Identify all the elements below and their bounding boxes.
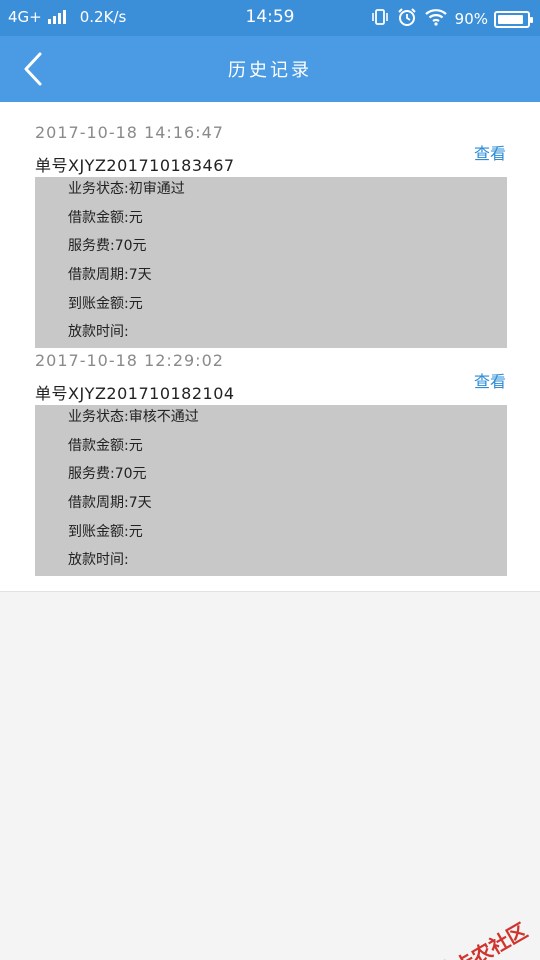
status-bar: 4G+ 0.2K/s 14:59 90% xyxy=(0,0,540,36)
page-title: 历史记录 xyxy=(228,60,312,81)
loan-amount-line: 借款金额:元 xyxy=(68,438,143,454)
order-number: 单号XJYZ201710183467 xyxy=(35,156,235,175)
alarm-icon xyxy=(397,7,417,31)
record-details: 业务状态:初审通过 借款金额:元 服务费:70元 借款周期:7天 到账金额:元 … xyxy=(35,177,507,348)
service-fee-line: 服务费:70元 xyxy=(68,466,147,482)
battery-percent: 90% xyxy=(454,10,488,28)
release-time-line: 放款时间: xyxy=(68,552,129,568)
record-time: 2017-10-18 14:16:47 xyxy=(35,123,224,142)
loan-amount-line: 借款金额:元 xyxy=(68,210,143,226)
received-amount-line: 到账金额:元 xyxy=(68,296,143,312)
battery-icon xyxy=(494,10,533,28)
status-line: 业务状态:审核不通过 xyxy=(68,409,199,425)
status-line: 业务状态:初审通过 xyxy=(68,181,185,197)
received-amount-line: 到账金额:元 xyxy=(68,524,143,540)
view-button[interactable]: 查看 xyxy=(474,368,506,392)
app-header: 历史记录 xyxy=(0,36,540,102)
loan-term-line: 借款周期:7天 xyxy=(68,495,152,511)
record-details: 业务状态:审核不通过 借款金额:元 服务费:70元 借款周期:7天 到账金额:元… xyxy=(35,405,507,576)
vibrate-icon xyxy=(371,8,389,30)
release-time-line: 放款时间: xyxy=(68,324,129,340)
order-number: 单号XJYZ201710182104 xyxy=(35,384,235,403)
wifi-icon xyxy=(424,8,447,30)
loan-term-line: 借款周期:7天 xyxy=(68,267,152,283)
view-button[interactable]: 查看 xyxy=(474,140,506,164)
record-list: 2017-10-18 14:16:47 单号XJYZ201710183467 查… xyxy=(0,102,540,592)
service-fee-line: 服务费:70元 xyxy=(68,238,147,254)
watermark-logo: 卡农社区 xyxy=(422,915,532,960)
watermark-text: 卡农社区 xyxy=(450,918,532,960)
record-time: 2017-10-18 12:29:02 xyxy=(35,351,224,370)
